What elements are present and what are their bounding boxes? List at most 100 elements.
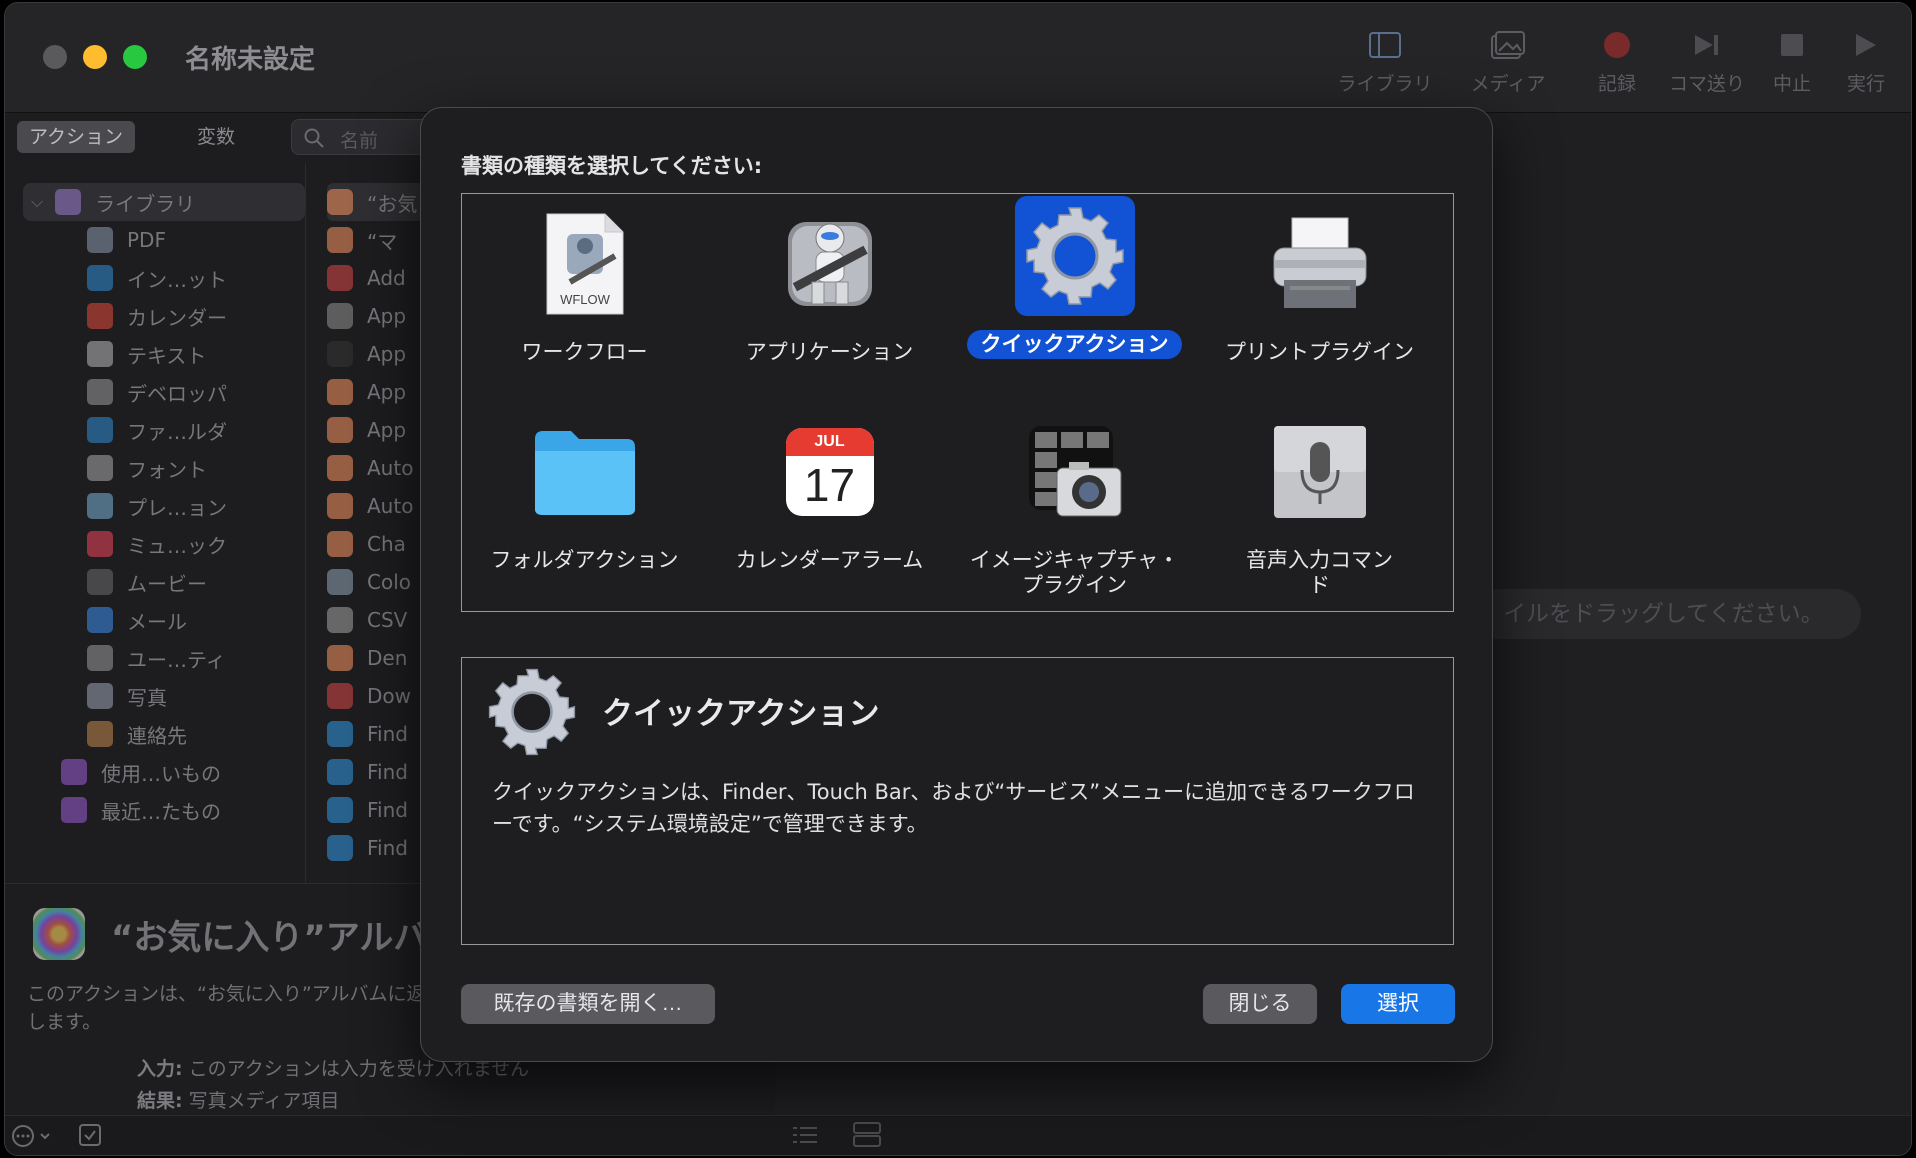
action-label: Colo: [367, 570, 411, 594]
title-bar: 名称未設定 ライブラリ メディア 記録 コマ送り 中止 実行: [5, 3, 1911, 113]
result-value: 写真メディア項目: [188, 1090, 340, 1112]
type-quick-action[interactable]: クイックアクション: [952, 196, 1197, 359]
workflow-icon: WFLOW: [525, 204, 645, 324]
action-icon: [327, 227, 353, 253]
sidebar-item[interactable]: PDF: [23, 221, 305, 259]
sidebar-item[interactable]: テキスト: [23, 335, 305, 373]
action-label: “マ: [367, 229, 398, 254]
action-label: Den: [367, 646, 408, 670]
column-divider: [305, 163, 306, 883]
action-icon: [327, 417, 353, 443]
document-type-grid: WFLOW ワークフロー アプリケーション クイックアクション プリントプラグイ…: [461, 193, 1454, 612]
sidebar-item[interactable]: ⌵ ライブラリ: [23, 183, 305, 221]
type-image-capture-plugin[interactable]: イメージキャプチャ・プラグイン: [952, 412, 1197, 600]
sidebar-item-label: カレンダー: [127, 305, 227, 330]
music-icon: [87, 531, 113, 557]
log-view-icon[interactable]: [853, 1122, 881, 1148]
step-toolbar-button[interactable]: コマ送り: [1657, 27, 1757, 96]
sidebar-item[interactable]: デベロッパ: [23, 373, 305, 411]
presentation-icon: [87, 493, 113, 519]
library-list: ⌵ ライブラリ PDF イン…ットカレンダーテキストデベロッパファ…ルダ フォントプレ……: [23, 183, 305, 829]
type-application[interactable]: アプリケーション: [707, 204, 952, 367]
input-label: 入力:: [137, 1058, 183, 1080]
close-button[interactable]: 閉じる: [1203, 984, 1317, 1024]
step-icon: [1657, 27, 1757, 63]
sidebar-item-label: ミュ…ック: [127, 533, 227, 558]
action-label: Find: [367, 722, 408, 746]
type-label: カレンダーアラーム: [735, 548, 924, 572]
sidebar-item-label: プレ…ョン: [127, 495, 227, 520]
type-print-plugin[interactable]: プリントプラグイン: [1197, 204, 1442, 367]
sidebar-item[interactable]: ムービー: [23, 563, 305, 601]
sidebar-item[interactable]: イン…ット: [23, 259, 305, 297]
library-toolbar-button[interactable]: ライブラリ: [1330, 27, 1440, 96]
calendar-day: 17: [803, 459, 856, 511]
type-dictation-command[interactable]: 音声入力コマンド: [1197, 412, 1442, 600]
sidebar-item[interactable]: ミュ…ック: [23, 525, 305, 563]
sidebar-item[interactable]: ファ…ルダ: [23, 411, 305, 449]
minimize-window-button[interactable]: [83, 45, 107, 69]
type-label: イメージキャプチャ・プラグイン: [969, 548, 1180, 597]
sidebar-item-label: ユー…ティ: [127, 647, 226, 672]
action-icon: [327, 341, 353, 367]
sidebar-item-label: テキスト: [127, 343, 207, 368]
font-icon: [87, 455, 113, 481]
media-toolbar-button[interactable]: メディア: [1453, 27, 1563, 96]
sidebar-item[interactable]: 最近…たもの: [23, 791, 305, 829]
zoom-window-button[interactable]: [123, 45, 147, 69]
library-toolbar-label: ライブラリ: [1337, 73, 1433, 95]
open-existing-document-button[interactable]: 既存の書類を開く…: [461, 984, 715, 1024]
action-label: “お気: [367, 191, 418, 216]
search-input[interactable]: 名前: [291, 119, 441, 155]
sidebar-item-label: デベロッパ: [127, 381, 227, 406]
media-toolbar-label: メディア: [1470, 73, 1546, 95]
choose-button[interactable]: 選択: [1341, 984, 1455, 1024]
automator-robot-icon: [770, 204, 890, 324]
action-label: App: [367, 342, 407, 366]
text-icon: [87, 341, 113, 367]
smart-folder-icon: [61, 759, 87, 785]
tab-actions[interactable]: アクション: [17, 121, 136, 153]
smart-folder-icon: [61, 797, 87, 823]
sidebar-item-label: 使用…いもの: [101, 761, 221, 786]
sidebar-item[interactable]: 連絡先: [23, 715, 305, 753]
action-icon: [327, 493, 353, 519]
record-toolbar-button[interactable]: 記録: [1587, 27, 1647, 96]
action-icon: [327, 835, 353, 861]
contacts-icon: [87, 721, 113, 747]
developer-icon: [87, 379, 113, 405]
action-label: CSV: [367, 608, 408, 632]
sidebar-item[interactable]: フォント: [23, 449, 305, 487]
stop-toolbar-button[interactable]: 中止: [1767, 27, 1817, 96]
sidebar-item[interactable]: カレンダー: [23, 297, 305, 335]
sidebar-item-label: ムービー: [127, 571, 207, 596]
list-view-icon[interactable]: [791, 1124, 819, 1146]
type-folder-action[interactable]: フォルダアクション: [462, 412, 707, 575]
sidebar-item[interactable]: 写真: [23, 677, 305, 715]
more-options-icon[interactable]: [11, 1124, 55, 1148]
type-workflow[interactable]: WFLOW ワークフロー: [462, 204, 707, 367]
calendar-tile: JUL 17: [785, 428, 874, 516]
sidebar-item[interactable]: ユー…ティ: [23, 639, 305, 677]
action-label: Find: [367, 798, 408, 822]
type-calendar-alarm[interactable]: JUL 17 カレンダーアラーム: [707, 412, 952, 575]
sidebar-item[interactable]: 使用…いもの: [23, 753, 305, 791]
run-toolbar-button[interactable]: 実行: [1841, 27, 1891, 96]
type-label: プリントプラグイン: [1225, 340, 1414, 364]
sidebar-item-label: 最近…たもの: [101, 799, 221, 824]
close-window-button[interactable]: [43, 45, 67, 69]
result-label: 結果:: [137, 1090, 183, 1112]
type-description-text: クイックアクションは、Finder、Touch Bar、および“サービス”メニュ…: [492, 780, 1415, 836]
photos-icon: [33, 908, 85, 960]
type-label: 音声入力コマンド: [1246, 548, 1393, 597]
action-icon: [327, 531, 353, 557]
run-toolbar-label: 実行: [1846, 73, 1885, 95]
tab-variables[interactable]: 変数: [185, 121, 247, 153]
sidebar-item[interactable]: メール: [23, 601, 305, 639]
chevron-down-icon[interactable]: ⌵: [31, 192, 43, 212]
checkbox-icon[interactable]: [79, 1124, 101, 1146]
media-icon: [1453, 27, 1563, 63]
sidebar-item[interactable]: プレ…ョン: [23, 487, 305, 525]
photos-icon: [87, 683, 113, 709]
action-label: Auto: [367, 456, 414, 480]
